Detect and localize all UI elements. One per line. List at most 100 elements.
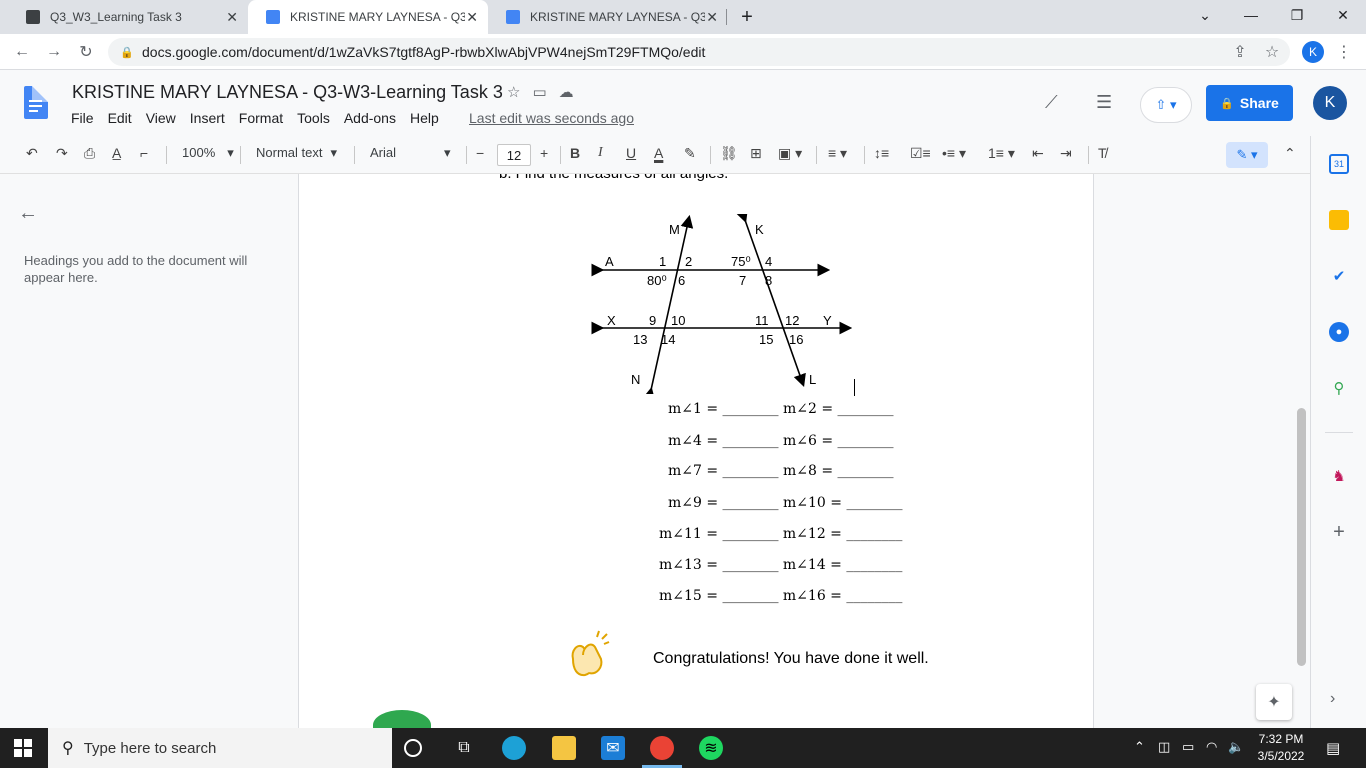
insert-image-icon[interactable]: ▣ ▾ <box>778 145 802 162</box>
align-icon[interactable]: ≡ ▾ <box>828 145 847 162</box>
file-explorer-icon[interactable] <box>552 736 576 760</box>
taskbar-search[interactable]: ⚲ Type here to search <box>48 728 392 768</box>
browser-menu-icon[interactable]: ⋮ <box>1332 40 1356 64</box>
calendar-icon[interactable]: 31 <box>1329 154 1349 174</box>
bold-icon[interactable]: B <box>570 145 580 161</box>
editing-mode-button[interactable]: ✎ ▾ <box>1226 142 1268 168</box>
close-tab-icon[interactable]: ✕ <box>706 9 718 26</box>
insert-link-icon[interactable]: ⛓ <box>720 145 738 162</box>
checklist-icon[interactable]: ☑≡ <box>910 145 931 162</box>
menu-edit[interactable]: Edit <box>108 110 132 126</box>
spotify-icon[interactable]: ≋ <box>699 736 723 760</box>
underline-icon[interactable]: U <box>626 145 636 161</box>
line-spacing-icon[interactable]: ↕≡ <box>874 145 889 161</box>
menu-tools[interactable]: Tools <box>297 110 330 126</box>
tasks-icon[interactable]: ✔ <box>1329 266 1349 286</box>
last-edit-link[interactable]: Last edit was seconds ago <box>469 110 634 126</box>
close-tab-icon[interactable]: ✕ <box>466 9 478 26</box>
share-button[interactable]: 🔒 Share <box>1206 85 1293 121</box>
document-title[interactable]: KRISTINE MARY LAYNESA - Q3-W3-Learning T… <box>72 82 503 103</box>
windows-start-icon[interactable] <box>14 739 32 757</box>
print-icon[interactable]: ⎙ <box>84 145 95 162</box>
contacts-icon[interactable]: ● <box>1329 322 1349 342</box>
task-view-icon[interactable]: ⧉ <box>452 736 476 760</box>
tab-search-icon[interactable]: ⌄ <box>1182 0 1228 30</box>
edge-icon[interactable] <box>502 736 526 760</box>
webcam-icon[interactable]: ◫ <box>1158 739 1170 755</box>
notifications-icon[interactable]: ▤ <box>1326 739 1340 757</box>
back-icon[interactable]: ← <box>10 40 34 64</box>
italic-icon[interactable]: I <box>598 145 603 161</box>
close-tab-icon[interactable]: ✕ <box>226 9 238 26</box>
increase-font-size-icon[interactable]: + <box>540 145 548 161</box>
label-Y: Y <box>823 313 832 328</box>
angle-15: 15 <box>759 332 773 347</box>
star-icon[interactable]: ☆ <box>507 83 520 101</box>
increase-indent-icon[interactable]: ⇥ <box>1060 145 1072 162</box>
menu-file[interactable]: File <box>71 110 94 126</box>
minimize-icon[interactable]: — <box>1228 0 1274 30</box>
share-label: Share <box>1239 95 1279 111</box>
collapse-menus-icon[interactable]: ⌃ <box>1284 145 1296 162</box>
tray-overflow-icon[interactable]: ⌃ <box>1134 739 1145 755</box>
equation-row-3: m∠7 = ________ m∠8 = ________ <box>668 463 894 479</box>
wifi-icon[interactable]: ◠ <box>1206 739 1217 755</box>
present-button[interactable]: ⇧ ▾ <box>1140 87 1192 123</box>
profile-avatar[interactable]: K <box>1302 41 1324 63</box>
spellcheck-icon[interactable]: A̲ <box>112 145 121 161</box>
comment-history-icon[interactable]: ☰ <box>1096 92 1112 113</box>
side-panel-toggle-icon[interactable]: › <box>1330 690 1335 708</box>
clear-formatting-icon[interactable]: T̸ <box>1098 145 1107 161</box>
move-folder-icon[interactable]: ▭ <box>532 83 546 101</box>
maps-icon[interactable]: ⚲ <box>1329 378 1349 398</box>
browser-tab-3[interactable]: KRISTINE MARY LAYNESA - Q3-W ✕ <box>488 0 728 34</box>
document-scrollbar[interactable] <box>1297 408 1306 666</box>
angle-11: 11 <box>755 313 769 328</box>
style-select[interactable]: Normal text ▾ <box>256 145 337 161</box>
new-tab-icon[interactable]: + <box>724 2 770 32</box>
cloud-saved-icon[interactable]: ☁ <box>559 83 574 101</box>
account-avatar[interactable]: K <box>1313 86 1347 120</box>
chrome-icon[interactable] <box>650 736 674 760</box>
browser-tab-2[interactable]: KRISTINE MARY LAYNESA - Q3-W ✕ <box>248 0 488 34</box>
volume-icon[interactable]: 🔈 <box>1228 739 1244 755</box>
bookmark-star-icon[interactable]: ☆ <box>1260 40 1284 64</box>
highlight-icon[interactable]: ✎ <box>684 145 696 162</box>
address-bar[interactable]: 🔒 docs.google.com/document/d/1wZaVkS7tgt… <box>108 38 1290 66</box>
zoom-select[interactable]: 100% ▾ <box>182 145 234 161</box>
reload-icon[interactable]: ↻ <box>74 40 98 64</box>
numbered-list-icon[interactable]: 1≡ ▾ <box>988 145 1015 162</box>
close-window-icon[interactable]: ✕ <box>1320 0 1366 30</box>
bulleted-list-icon[interactable]: •≡ ▾ <box>942 145 966 162</box>
activity-dashboard-icon[interactable]: ⟋ <box>1045 92 1058 113</box>
share-page-icon[interactable]: ⇪ <box>1228 40 1252 64</box>
menu-help[interactable]: Help <box>410 110 439 126</box>
forward-icon[interactable]: → <box>42 40 66 64</box>
cortana-icon[interactable] <box>404 739 422 757</box>
close-outline-icon[interactable]: ← <box>18 202 38 225</box>
menu-view[interactable]: View <box>146 110 176 126</box>
menu-addons[interactable]: Add-ons <box>344 110 396 126</box>
add-comment-icon[interactable]: ⊞ <box>750 145 762 162</box>
browser-tab-1[interactable]: Q3_W3_Learning Task 3 ✕ <box>8 0 248 34</box>
document-page[interactable]: b. Find the measures of all angles. M K … <box>298 174 1094 728</box>
docs-logo-icon[interactable] <box>24 86 48 119</box>
restore-icon[interactable]: ❐ <box>1274 0 1320 30</box>
redo-icon[interactable]: ↷ <box>56 145 68 162</box>
paint-format-icon[interactable]: ⌐ <box>140 145 148 161</box>
get-addons-icon[interactable]: + <box>1329 521 1349 543</box>
menu-format[interactable]: Format <box>239 110 283 126</box>
addon-icon[interactable]: ♞ <box>1329 466 1349 486</box>
font-select[interactable]: Arial ▾ <box>370 145 451 161</box>
battery-icon[interactable]: ▭ <box>1182 739 1194 755</box>
explore-button[interactable]: ✦ <box>1256 684 1292 720</box>
font-size-input[interactable]: 12 <box>497 144 531 166</box>
mail-icon[interactable]: ✉ <box>601 736 625 760</box>
text-color-icon[interactable]: A <box>654 145 663 161</box>
system-clock[interactable]: 7:32 PM 3/5/2022 <box>1250 731 1312 765</box>
decrease-indent-icon[interactable]: ⇤ <box>1032 145 1044 162</box>
decrease-font-size-icon[interactable]: − <box>476 145 484 161</box>
keep-icon[interactable] <box>1329 210 1349 230</box>
menu-insert[interactable]: Insert <box>190 110 225 126</box>
undo-icon[interactable]: ↶ <box>26 145 38 162</box>
